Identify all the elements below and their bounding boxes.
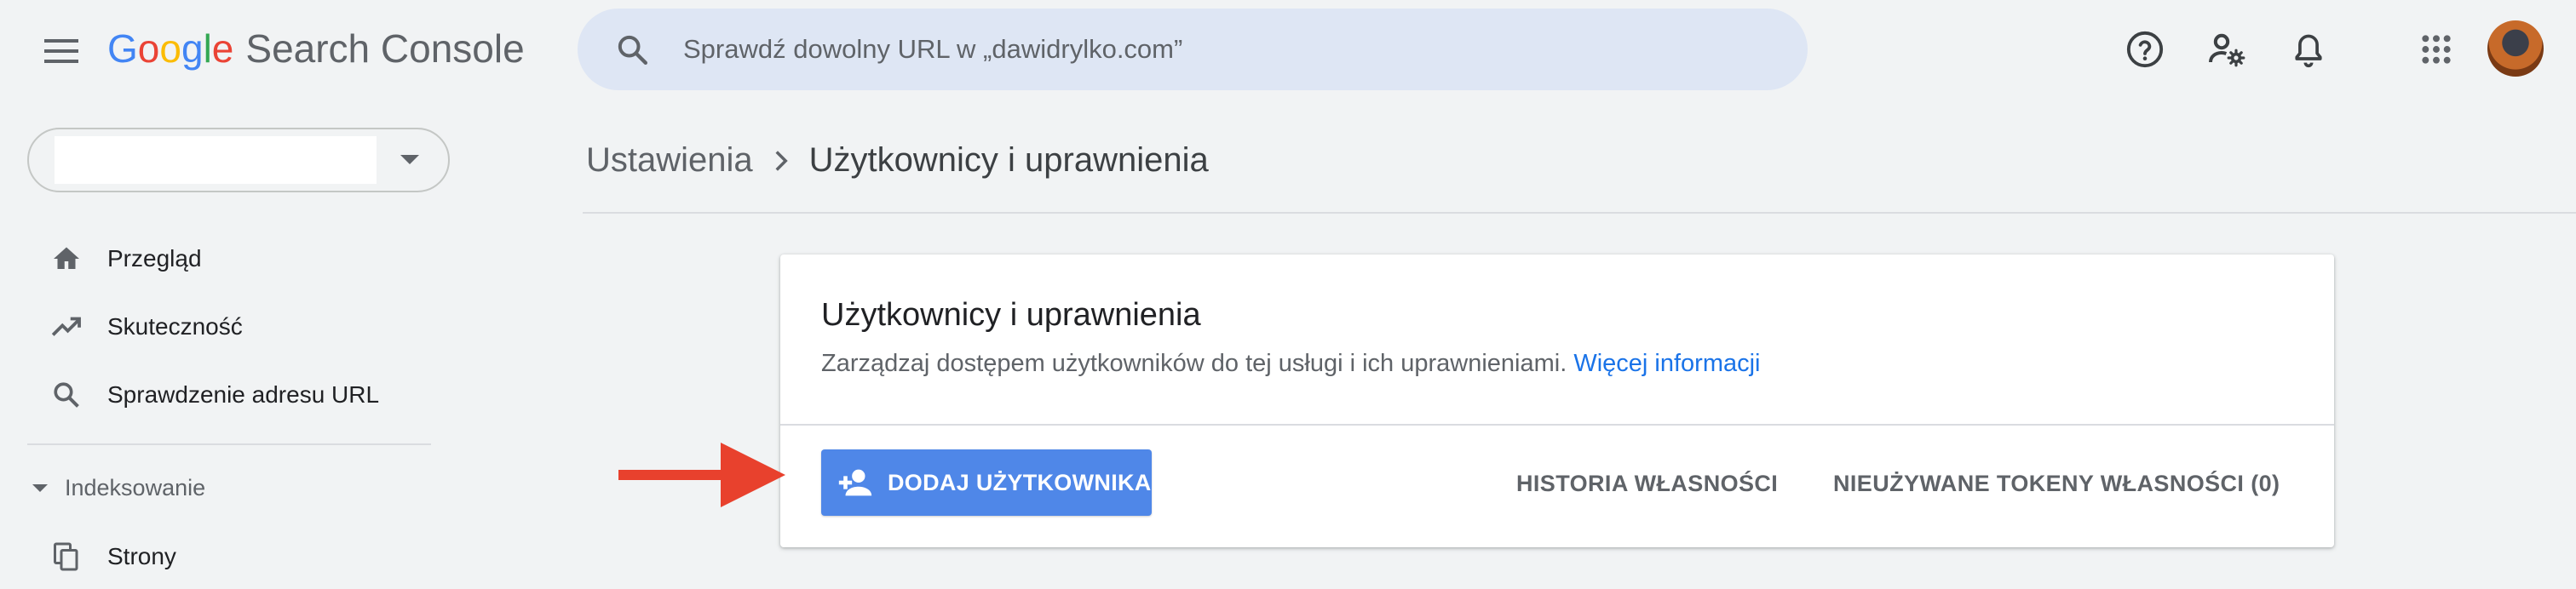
users-permissions-card: Użytkownicy i uprawnienia Zarządzaj dost…: [780, 254, 2334, 547]
pages-icon: [48, 538, 85, 575]
notifications-icon: [2295, 34, 2322, 68]
search-icon[interactable]: [610, 27, 654, 71]
add-user-label: DODAJ UŻYTKOWNIKA: [888, 469, 1152, 495]
breadcrumb-settings-link[interactable]: Ustawienia: [586, 141, 753, 180]
annotation-arrow-icon: [618, 443, 785, 507]
url-inspection-input[interactable]: [681, 33, 1707, 66]
notifications-button[interactable]: [2281, 22, 2336, 77]
property-selector[interactable]: [27, 128, 450, 192]
search-icon: [48, 376, 85, 414]
header-divider: [583, 212, 2576, 214]
main-menu-button[interactable]: [39, 29, 83, 73]
sidebar-item-pages[interactable]: Strony: [0, 524, 443, 589]
help-button[interactable]: [2118, 22, 2172, 77]
card-title: Użytkownicy i uprawnienia: [821, 297, 1201, 333]
more-info-link[interactable]: Więcej informacji: [1573, 350, 1760, 377]
sidebar-section-indexing[interactable]: Indeksowanie: [32, 475, 205, 501]
search-console-logo[interactable]: Google Search Console: [107, 26, 525, 71]
logo-letter: l: [203, 26, 212, 71]
person-add-icon: [835, 462, 876, 503]
page-title: Użytkownicy i uprawnienia: [808, 141, 1209, 179]
dropdown-arrow-icon: [400, 155, 419, 164]
sidebar-item-performance[interactable]: Skuteczność: [0, 294, 443, 359]
sidebar-item-url-inspection[interactable]: Sprawdzenie adresu URL: [0, 363, 443, 427]
sidebar-section-label: Indeksowanie: [65, 475, 206, 500]
ownership-history-button[interactable]: HISTORIA WŁASNOŚCI: [1516, 471, 1778, 497]
sidebar-item-label: Sprawdzenie adresu URL: [107, 381, 380, 408]
url-inspection-search-bar[interactable]: [578, 9, 1808, 90]
manage-users-button[interactable]: [2199, 22, 2254, 77]
sidebar-item-overview[interactable]: Przegląd: [0, 226, 443, 291]
sidebar-divider: [27, 443, 431, 445]
manage-account-icon: [2209, 33, 2245, 67]
logo-letter: g: [181, 26, 204, 71]
sidebar-item-label: Przegląd: [107, 245, 202, 272]
add-user-button[interactable]: DODAJ UŻYTKOWNIKA: [821, 449, 1152, 516]
help-icon: [2126, 31, 2164, 68]
google-apps-button[interactable]: [2409, 22, 2464, 77]
chevron-right-icon: [772, 149, 791, 173]
card-description: Zarządzaj dostępem użytkowników do tej u…: [821, 350, 1761, 378]
logo-letter: o: [159, 26, 181, 71]
breadcrumb: Ustawienia Użytkownicy i uprawnienia: [586, 141, 1209, 180]
home-icon: [48, 240, 85, 277]
logo-letter: G: [107, 26, 138, 71]
logo-letter: e: [211, 26, 234, 71]
apps-grid-icon: [2422, 35, 2451, 64]
property-name: [55, 136, 377, 184]
logo-letter: o: [137, 26, 160, 71]
sidebar-item-label: Skuteczność: [107, 313, 243, 340]
trending-up-icon: [48, 308, 85, 346]
product-name: Search Console: [245, 26, 525, 71]
sidebar-item-label: Strony: [107, 543, 176, 569]
card-description-text: Zarządzaj dostępem użytkowników do tej u…: [821, 350, 1567, 377]
unused-ownership-tokens-button[interactable]: NIEUŻYWANE TOKENY WŁASNOŚCI (0): [1833, 471, 2280, 497]
hamburger-menu-icon: [44, 39, 78, 63]
card-divider: [780, 424, 2334, 426]
chevron-down-icon: [32, 484, 48, 492]
account-avatar[interactable]: [2487, 20, 2544, 77]
